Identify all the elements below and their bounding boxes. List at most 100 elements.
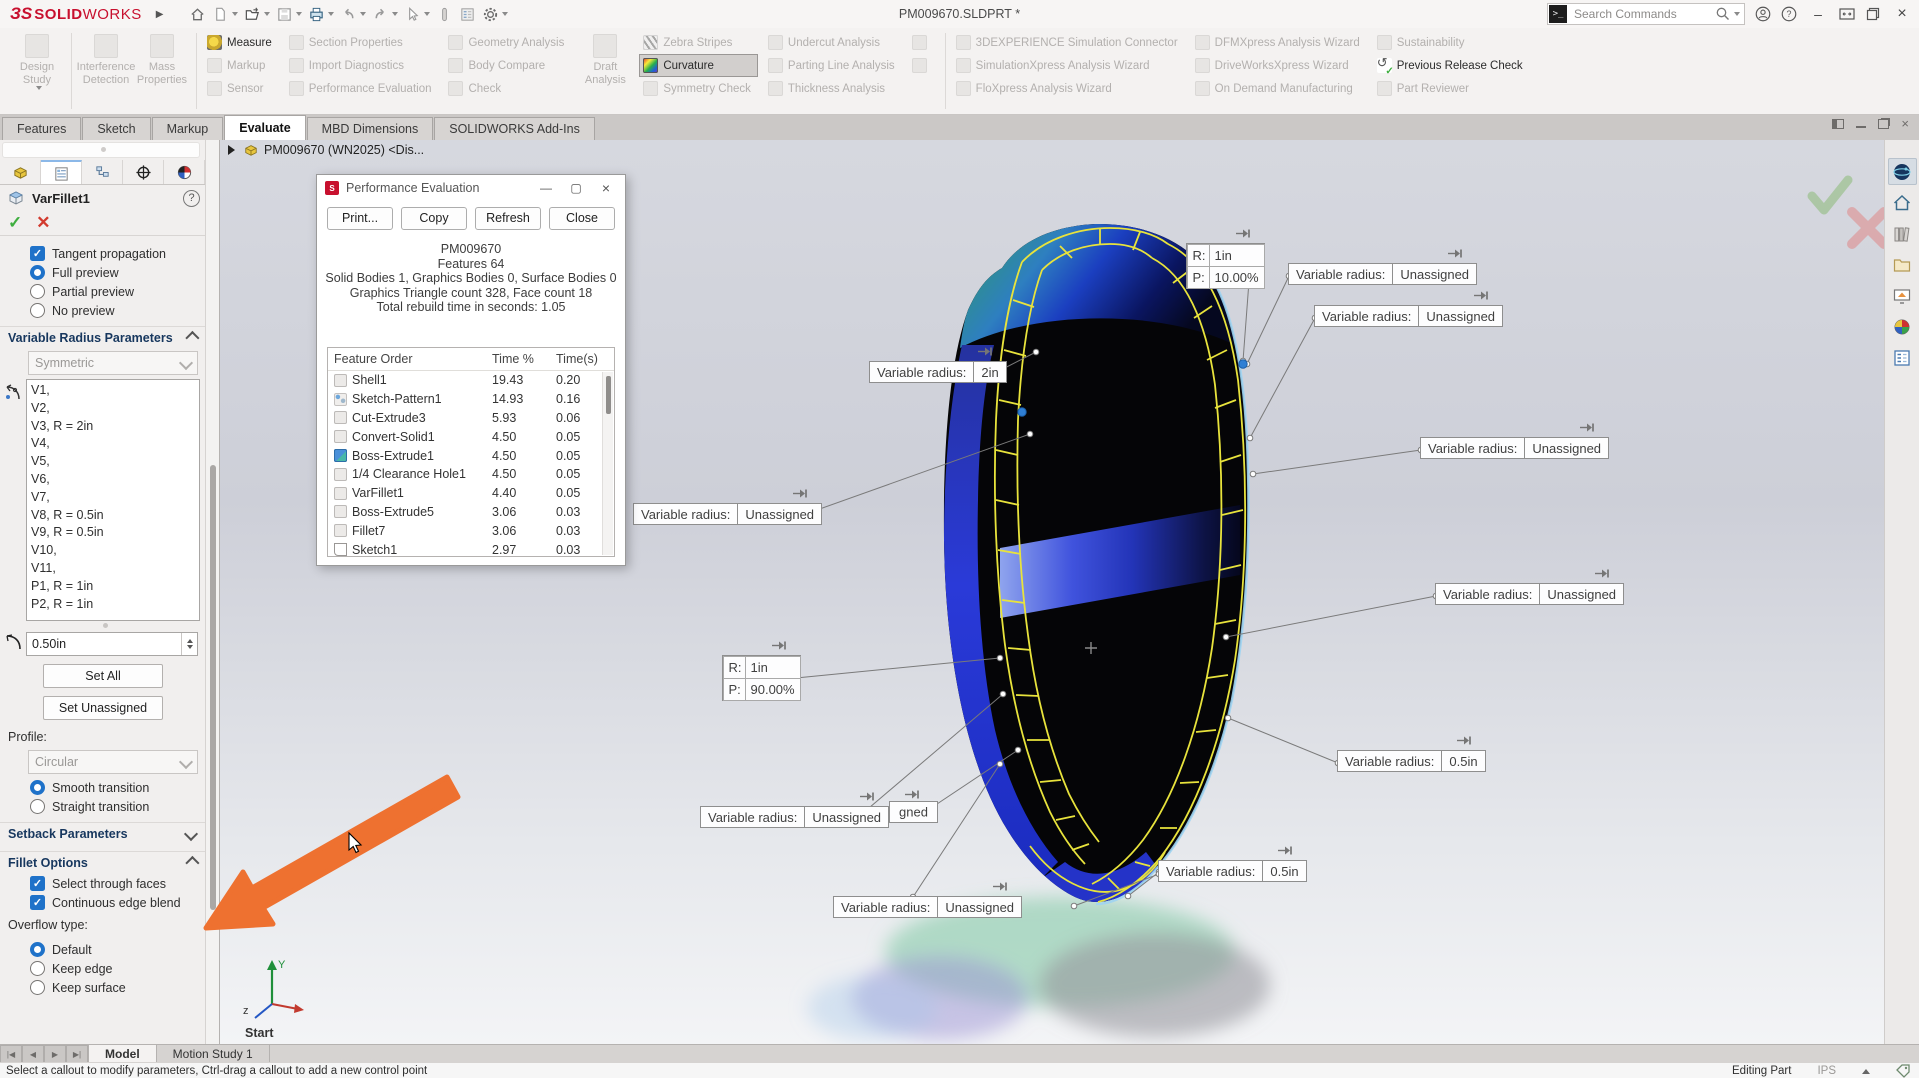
tab-motion-study-1[interactable]: Motion Study 1 bbox=[157, 1045, 270, 1063]
symmetry-dropdown[interactable]: Symmetric bbox=[28, 351, 198, 375]
search-input[interactable]: Search Commands bbox=[1568, 7, 1715, 21]
radius-stepper[interactable] bbox=[181, 633, 197, 655]
radius-points-list[interactable]: V1,V2,V3, R = 2inV4,V5,V6,V7,V8, R = 0.5… bbox=[26, 379, 200, 621]
pin-icon[interactable] bbox=[1595, 567, 1612, 578]
tangent-propagation-checkbox[interactable]: ✓ bbox=[30, 246, 45, 261]
radius-list-item[interactable]: P1, R = 1in bbox=[31, 578, 195, 596]
table-row[interactable]: 1/4 Clearance Hole14.500.05 bbox=[328, 465, 614, 484]
callout[interactable]: Variable radius:Unassigned bbox=[1435, 583, 1624, 605]
callout-value[interactable]: Unassigned bbox=[1539, 583, 1624, 605]
taskpane-file-explorer-icon[interactable] bbox=[1888, 251, 1917, 278]
r-value[interactable]: 1in bbox=[745, 656, 801, 679]
pin-icon[interactable] bbox=[1236, 227, 1253, 238]
col-time-s[interactable]: Time(s) bbox=[556, 352, 614, 366]
pin-icon[interactable] bbox=[1448, 247, 1465, 258]
print-icon[interactable] bbox=[306, 2, 336, 26]
panel-splitter-handle[interactable] bbox=[2, 142, 200, 158]
doc-minimize-icon[interactable] bbox=[1856, 126, 1866, 128]
callout[interactable]: Variable radius:0.5in bbox=[1337, 750, 1486, 772]
cancel-button[interactable]: ✕ bbox=[36, 213, 50, 233]
callout[interactable]: Variable radius:0.5in bbox=[1158, 860, 1307, 882]
callout[interactable]: Variable radius:Unassigned bbox=[1288, 263, 1477, 285]
radius-list-item[interactable]: V5, bbox=[31, 453, 195, 471]
search-scope-icon[interactable]: >_ bbox=[1549, 5, 1567, 23]
dialog-minimize-icon[interactable]: — bbox=[531, 181, 561, 195]
table-row[interactable]: Shell119.430.20 bbox=[328, 371, 614, 390]
panel-scrollbar[interactable] bbox=[205, 140, 219, 1044]
table-row[interactable]: Fillet73.060.03 bbox=[328, 521, 614, 540]
callout-value[interactable]: 2in bbox=[973, 361, 1006, 383]
table-row[interactable]: Sketch-Pattern114.930.16 bbox=[328, 390, 614, 409]
table-row[interactable]: Cut-Extrude35.930.06 bbox=[328, 409, 614, 428]
callout-value[interactable]: gned bbox=[889, 801, 938, 823]
dialog-maximize-icon[interactable]: ▢ bbox=[561, 181, 591, 195]
pin-icon[interactable] bbox=[1278, 844, 1295, 855]
section-variable-radius[interactable]: Variable Radius Parameters bbox=[0, 326, 206, 349]
pin-icon[interactable] bbox=[1580, 421, 1597, 432]
scrollbar-thumb[interactable] bbox=[210, 465, 216, 910]
r-value[interactable]: 1in bbox=[1209, 244, 1265, 267]
dropdown-caret-icon[interactable] bbox=[264, 12, 270, 16]
overflow-radio-keep-surface[interactable]: Keep surface bbox=[0, 978, 206, 997]
radio-icon[interactable] bbox=[30, 961, 45, 976]
dialog-titlebar[interactable]: S Performance Evaluation — ▢ × bbox=[317, 175, 625, 201]
help-icon[interactable]: ? bbox=[1781, 6, 1797, 22]
pen-icon[interactable] bbox=[434, 2, 455, 26]
search-caret-icon[interactable] bbox=[1734, 12, 1740, 16]
nav-next-icon[interactable]: ▶ bbox=[44, 1045, 66, 1063]
p-value[interactable]: 90.00% bbox=[745, 678, 801, 701]
pin-icon[interactable] bbox=[993, 880, 1010, 891]
radio-icon[interactable] bbox=[30, 980, 45, 995]
set-all-button[interactable]: Set All bbox=[43, 664, 163, 688]
overflow-radio-keep-edge[interactable]: Keep edge bbox=[0, 959, 206, 978]
taskpane-3dexperience-icon[interactable] bbox=[1888, 158, 1917, 185]
section-setback-parameters[interactable]: Setback Parameters bbox=[0, 822, 206, 845]
table-row[interactable]: VarFillet14.400.05 bbox=[328, 484, 614, 503]
radius-list-item[interactable]: V11, bbox=[31, 560, 195, 578]
pin-icon[interactable] bbox=[772, 639, 789, 650]
panel-tab-property-manager[interactable] bbox=[41, 160, 82, 184]
unit-system-label[interactable]: IPS bbox=[1817, 1065, 1836, 1077]
tag-icon[interactable] bbox=[1896, 1064, 1911, 1078]
table-scrollbar[interactable] bbox=[602, 372, 613, 555]
section-fillet-options[interactable]: Fillet Options bbox=[0, 851, 206, 874]
flyout-feature-tree[interactable]: PM009670 (WN2025) <Dis... bbox=[228, 143, 424, 157]
dropdown-caret-icon[interactable] bbox=[232, 12, 238, 16]
tab-solidworks-add-ins[interactable]: SOLIDWORKS Add-Ins bbox=[434, 117, 595, 140]
radio-icon[interactable] bbox=[30, 303, 45, 318]
callout-value[interactable]: Unassigned bbox=[737, 503, 822, 525]
preview-radio-no-preview[interactable]: No preview bbox=[0, 301, 206, 320]
ribbon-button-previous-release-check[interactable]: Previous Release Check bbox=[1373, 54, 1530, 77]
doc-restore-icon[interactable] bbox=[1878, 119, 1889, 129]
radius-list-item[interactable]: V3, R = 2in bbox=[31, 418, 195, 436]
nav-last-icon[interactable]: ▶| bbox=[66, 1045, 88, 1063]
table-row[interactable]: Boss-Extrude53.060.03 bbox=[328, 503, 614, 522]
pin-icon[interactable] bbox=[905, 788, 922, 799]
radio-icon[interactable] bbox=[30, 284, 45, 299]
minimize-button[interactable]: – bbox=[1807, 6, 1829, 22]
table-row[interactable]: Boss-Extrude14.500.05 bbox=[328, 446, 614, 465]
menu-expand-icon[interactable]: ▶ bbox=[156, 9, 164, 20]
radius-list-item[interactable]: V8, R = 0.5in bbox=[31, 507, 195, 525]
callout[interactable]: Variable radius:Unassigned bbox=[833, 896, 1022, 918]
refresh-button[interactable]: Refresh bbox=[475, 207, 541, 230]
table-row[interactable]: Convert-Solid14.500.05 bbox=[328, 427, 614, 446]
save-icon[interactable] bbox=[274, 2, 304, 26]
table-row[interactable]: Sketch12.970.03 bbox=[328, 540, 614, 557]
search-icon[interactable] bbox=[1715, 6, 1731, 22]
callout[interactable]: Variable radius:Unassignedgned bbox=[700, 806, 889, 828]
callout[interactable]: Variable radius:Unassigned bbox=[1314, 305, 1503, 327]
dropdown-caret-icon[interactable] bbox=[424, 12, 430, 16]
options-icon[interactable] bbox=[480, 2, 510, 26]
tab-mbd-dimensions[interactable]: MBD Dimensions bbox=[307, 117, 434, 140]
task-list-icon[interactable] bbox=[457, 2, 478, 26]
radius-input[interactable]: 0.50in bbox=[26, 632, 198, 656]
radius-list-item[interactable]: V1, bbox=[31, 382, 195, 400]
radio-icon[interactable] bbox=[30, 780, 45, 795]
pane-split-icon[interactable] bbox=[1832, 119, 1844, 129]
help-icon[interactable]: ? bbox=[183, 190, 200, 207]
callout-value[interactable]: Unassigned bbox=[1392, 263, 1477, 285]
new-document-icon[interactable] bbox=[210, 2, 240, 26]
radio-icon[interactable] bbox=[30, 265, 45, 280]
taskpane-design-library-icon[interactable] bbox=[1888, 220, 1917, 247]
